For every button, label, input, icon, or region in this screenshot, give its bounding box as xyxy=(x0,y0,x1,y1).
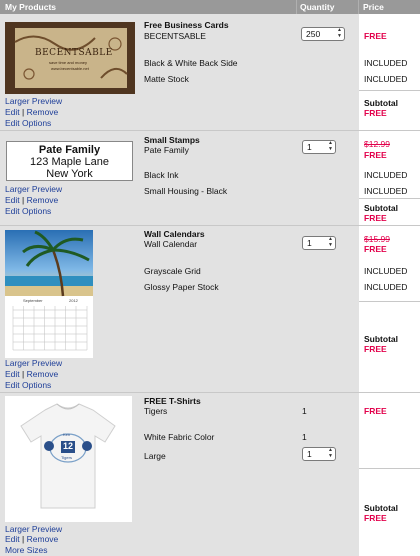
product-option: Large xyxy=(144,451,166,461)
shopping-cart: My Products Quantity Price BECENTSABLE s… xyxy=(0,0,420,556)
larger-preview-link[interactable]: Larger Preview xyxy=(5,96,62,106)
business-card-thumbnail: BECENTSABLE save time and money www.bece… xyxy=(5,22,135,94)
price-column-header: Price xyxy=(363,2,384,12)
select-arrows-icon: ▲ ▼ xyxy=(328,447,333,459)
subtotal-divider xyxy=(359,198,420,199)
option-price: INCLUDED xyxy=(364,282,408,292)
product-option: Matte Stock xyxy=(144,74,189,84)
column-divider xyxy=(296,0,297,14)
larger-preview-link[interactable]: Larger Preview xyxy=(5,524,62,534)
product-subtitle: BECENTSABLE xyxy=(144,31,206,41)
subtotal-value: FREE xyxy=(364,513,387,523)
quantity-value: 250 xyxy=(306,29,321,39)
business-card-image xyxy=(5,22,135,94)
quantity-select[interactable]: 1 ▲ ▼ xyxy=(302,236,336,250)
subtotal-label: Subtotal xyxy=(364,334,398,344)
option-price: INCLUDED xyxy=(364,74,408,84)
link-separator: | xyxy=(22,369,25,379)
edit-link[interactable]: Edit xyxy=(5,195,20,205)
item-price: FREE xyxy=(364,150,387,160)
subtotal-label: Subtotal xyxy=(364,98,398,108)
quantity-select[interactable]: 250 ▲ ▼ xyxy=(301,27,345,41)
product-option: Glossy Paper Stock xyxy=(144,282,219,292)
original-price: $12.99 xyxy=(364,139,390,149)
remove-link[interactable]: Remove xyxy=(27,369,59,379)
calendar-image xyxy=(5,230,93,358)
select-arrows-icon: ▲ ▼ xyxy=(328,236,333,248)
edit-link[interactable]: Edit xyxy=(5,369,20,379)
product-option: Small Housing - Black xyxy=(144,186,228,196)
quantity-select[interactable]: 1 ▲ ▼ xyxy=(302,140,336,154)
link-separator: | xyxy=(22,195,25,205)
item-price: FREE xyxy=(364,31,387,41)
link-separator: | xyxy=(22,107,25,117)
thumb-tagline: save time and money xyxy=(49,60,88,65)
thumb-brand: BECENTSABLE xyxy=(35,48,113,58)
remove-link[interactable]: Remove xyxy=(27,534,59,544)
shirt-bottom-text: Tigers xyxy=(61,455,72,460)
option-price: INCLUDED xyxy=(364,58,408,68)
edit-options-link[interactable]: Edit Options xyxy=(5,206,51,216)
product-title: Wall Calendars xyxy=(144,229,205,239)
size-quantity-value: 1 xyxy=(307,449,312,459)
subtotal-value: FREE xyxy=(364,108,387,118)
remove-link[interactable]: Remove xyxy=(27,107,59,117)
item-price: FREE xyxy=(364,406,387,416)
subtotal-divider xyxy=(359,468,420,469)
quantity-value: 1 xyxy=(307,142,312,152)
calendar-month: September xyxy=(23,298,43,303)
remove-link[interactable]: Remove xyxy=(27,195,59,205)
subtotal-label: Subtotal xyxy=(364,503,398,513)
stamp-line-3: New York xyxy=(46,168,93,180)
thumb-url: www.becentsable.net xyxy=(51,66,89,71)
option-quantity: 1 xyxy=(302,432,307,442)
edit-link[interactable]: Edit xyxy=(5,107,20,117)
option-price: INCLUDED xyxy=(364,266,408,276)
cart-header: My Products Quantity Price xyxy=(0,0,420,14)
product-title: Free Business Cards xyxy=(144,20,229,30)
product-subtitle: Tigers xyxy=(144,406,168,416)
option-price: INCLUDED xyxy=(364,186,408,196)
products-column-header: My Products xyxy=(5,2,57,12)
subtotal-label: Subtotal xyxy=(364,203,398,213)
stamp-line-1: Pate Family xyxy=(38,144,101,156)
option-price: INCLUDED xyxy=(364,170,408,180)
shirt-top-text: Ken xyxy=(63,432,71,437)
price-cell xyxy=(359,393,420,556)
product-title: FREE T-Shirts xyxy=(144,396,201,406)
subtotal-value: FREE xyxy=(364,213,387,223)
quantity-column-header: Quantity xyxy=(300,2,335,12)
stamp-line-2: 123 Maple Lane xyxy=(30,156,109,168)
product-option: Black Ink xyxy=(144,170,179,180)
product-subtitle: Pate Family xyxy=(144,145,189,155)
original-price: $15.99 xyxy=(364,234,390,244)
larger-preview-link[interactable]: Larger Preview xyxy=(5,358,62,368)
select-arrows-icon: ▲ ▼ xyxy=(328,140,333,152)
t-shirt-thumbnail: Ken 12 Tigers xyxy=(5,396,132,522)
product-option: Black & White Back Side xyxy=(144,58,238,68)
product-subtitle: Wall Calendar xyxy=(144,239,198,249)
calendar-year: 2012 xyxy=(69,298,78,303)
item-price: FREE xyxy=(364,244,387,254)
subtotal-value: FREE xyxy=(364,344,387,354)
product-option: Grayscale Grid xyxy=(144,266,201,276)
subtotal-divider xyxy=(359,301,420,302)
subtotal-divider xyxy=(359,90,420,91)
column-divider xyxy=(358,0,359,14)
edit-options-link[interactable]: Edit Options xyxy=(5,380,51,390)
select-arrows-icon: ▲ ▼ xyxy=(337,27,342,39)
product-title: Small Stamps xyxy=(144,135,200,145)
product-option: White Fabric Color xyxy=(144,432,215,442)
shirt-number: 12 xyxy=(63,441,74,451)
larger-preview-link[interactable]: Larger Preview xyxy=(5,184,62,194)
edit-options-link[interactable]: Edit Options xyxy=(5,118,51,128)
stamp-thumbnail: Pate Family 123 Maple Lane New York xyxy=(6,141,133,181)
quantity-value: 1 xyxy=(302,406,307,416)
more-sizes-link[interactable]: More Sizes xyxy=(5,545,48,555)
link-separator: | xyxy=(22,534,25,544)
edit-link[interactable]: Edit xyxy=(5,534,20,544)
size-quantity-select[interactable]: 1 ▲ ▼ xyxy=(302,447,336,461)
quantity-value: 1 xyxy=(307,238,312,248)
calendar-thumbnail: September 2012 xyxy=(5,230,93,358)
